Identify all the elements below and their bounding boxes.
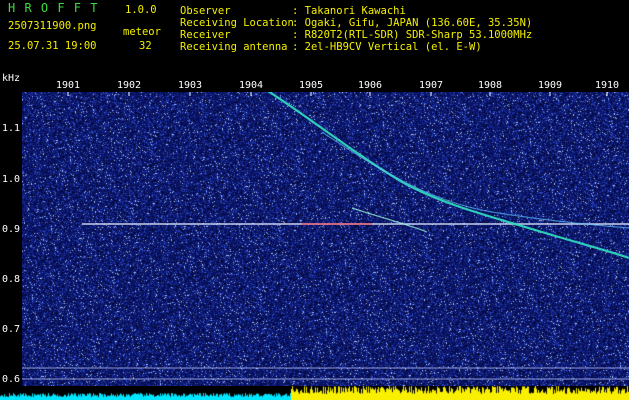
x-tick-1905: 1905 (298, 80, 324, 91)
app-name: H R O F F T (8, 1, 99, 15)
antenna-value: : 2el-HB9CV Vertical (el. E-W) (292, 41, 482, 53)
observer-key: Observer (180, 5, 231, 17)
spectrogram-overlay (22, 92, 629, 380)
image-filename: 2507311900.png (8, 20, 97, 32)
capture-datetime: 25.07.31 19:00 (8, 40, 97, 52)
observer-value: : Takanori Kawachi (292, 5, 406, 17)
x-tick-1904: 1904 (238, 80, 264, 91)
meteor-trace-main (267, 92, 629, 260)
hrofft-spectrogram-window: H R O F F T 1.0.0 2507311900.png meteor … (0, 0, 629, 400)
x-tick-1908: 1908 (477, 80, 503, 91)
receiver-value: : R820T2(RTL-SDR) SDR-Sharp 53.1000MHz (292, 29, 533, 41)
x-tick-1901: 1901 (55, 80, 81, 91)
x-tick-1906: 1906 (357, 80, 383, 91)
location-value: : Ogaki, Gifu, JAPAN (136.60E, 35.35N) (292, 17, 533, 29)
meteor-count: 32 (139, 40, 152, 52)
y-tick-0.8: 0.8 (2, 274, 21, 285)
location-key: Receiving Location (180, 17, 294, 29)
y-tick-1.0: 1.0 (2, 174, 21, 185)
receiver-key: Receiver (180, 29, 231, 41)
meteor-label: meteor (123, 26, 161, 38)
app-version: 1.0.0 (125, 4, 157, 16)
meteor-trace-short (351, 207, 428, 233)
spectrogram-plot (22, 92, 629, 400)
antenna-key: Receiving antenna (180, 41, 288, 53)
x-tick-1909: 1909 (537, 80, 563, 91)
y-tick-1.1: 1.1 (2, 123, 21, 134)
x-tick-1910: 1910 (594, 80, 620, 91)
signal-level-bar (0, 386, 629, 400)
y-tick-0.7: 0.7 (2, 324, 21, 335)
y-axis-unit: kHz (2, 73, 21, 84)
x-tick-1902: 1902 (116, 80, 142, 91)
x-tick-1907: 1907 (418, 80, 444, 91)
y-tick-0.6: 0.6 (2, 374, 21, 385)
x-tick-marks (67, 92, 608, 96)
y-tick-0.9: 0.9 (2, 224, 21, 235)
x-tick-1903: 1903 (177, 80, 203, 91)
